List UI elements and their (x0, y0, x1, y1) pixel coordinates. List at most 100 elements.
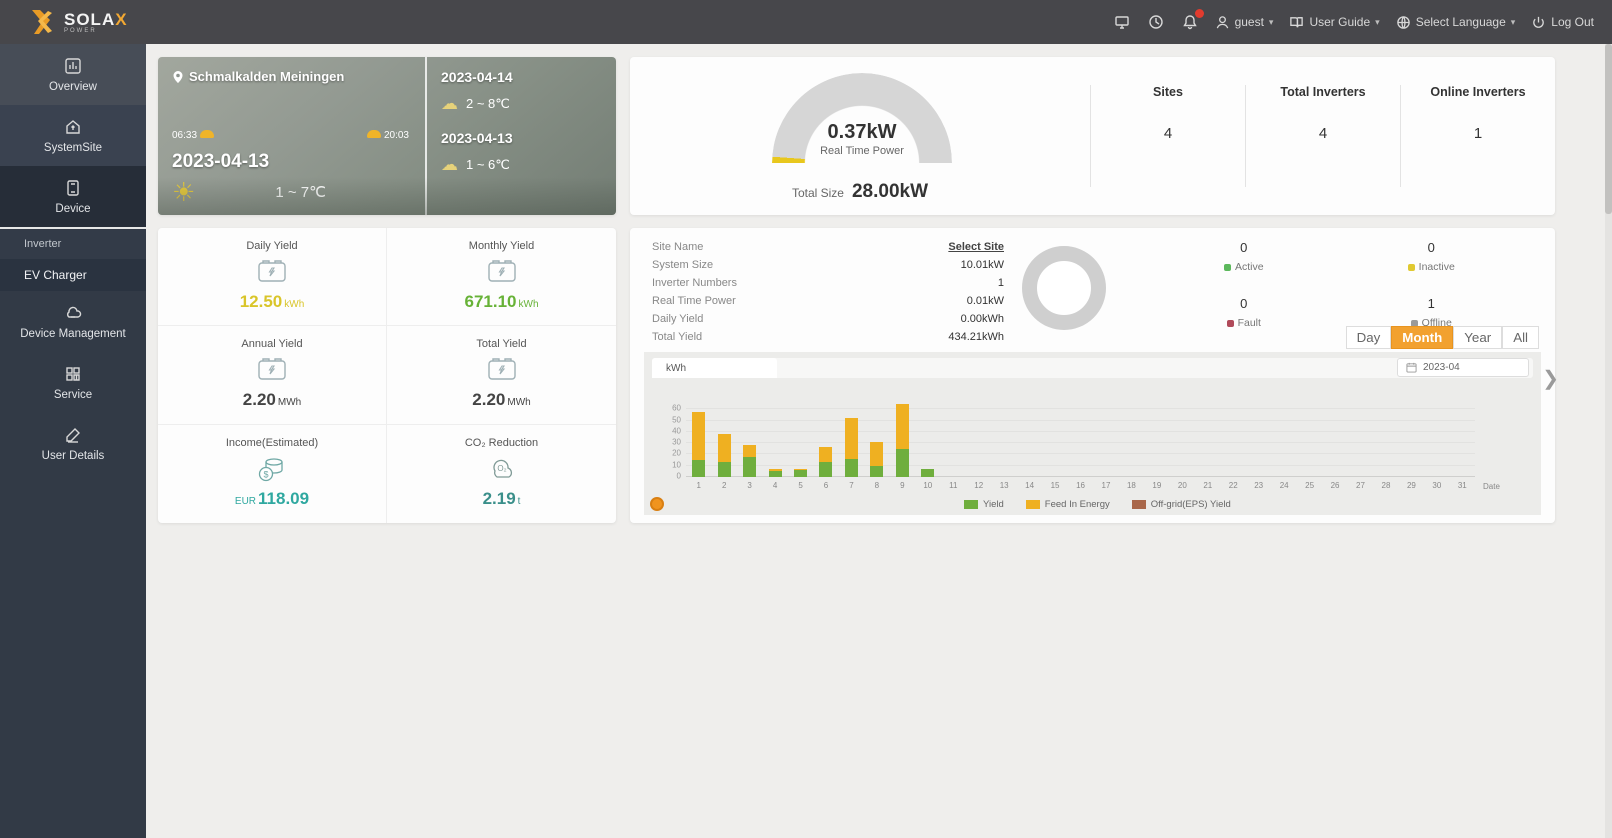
stacked-bar[interactable] (1150, 398, 1163, 477)
x-tick-label: 28 (1381, 481, 1391, 490)
sidebar-item-inverter[interactable]: Inverter (0, 229, 146, 259)
bar-slot: 14 (1017, 398, 1042, 490)
income-icon: $ (158, 455, 386, 485)
stacked-bar[interactable] (1074, 398, 1087, 477)
x-tick-label: 31 (1457, 481, 1467, 490)
logout-button[interactable]: Log Out (1531, 15, 1594, 30)
sidebar-item-systemsite[interactable]: SystemSite (0, 105, 146, 166)
range-toggle-day[interactable]: Day (1345, 326, 1392, 349)
bar-slot: 21 (1195, 398, 1220, 490)
sidebar-item-overview[interactable]: Overview (0, 44, 146, 105)
bar-segment-yield (743, 456, 757, 477)
sunrise-icon (199, 130, 214, 138)
bar-slot: 2 (711, 398, 736, 490)
total-size: Total Size 28.00kW (791, 181, 929, 202)
history-icon[interactable] (1147, 13, 1165, 31)
select-site-link[interactable]: Select Site (948, 241, 1004, 253)
stacked-bar[interactable] (768, 398, 782, 477)
stacked-bar[interactable] (1329, 398, 1342, 477)
language-menu[interactable]: Select Language ▾ (1396, 15, 1515, 30)
x-tick-label: 17 (1101, 481, 1111, 490)
yield-chart-area: kWh 2023-04 Date 0 10 20 30 40 50 60 1 2 3 4 5 6 7 8 9 1… (644, 352, 1541, 515)
stacked-bar[interactable] (1430, 398, 1443, 477)
bar-slot: 30 (1424, 398, 1449, 490)
stacked-bar[interactable] (921, 398, 935, 477)
stacked-bar[interactable] (844, 398, 858, 477)
date-picker[interactable]: 2023-04 (1397, 358, 1529, 377)
y-tick-label: 20 (672, 448, 681, 458)
stacked-bar[interactable] (794, 398, 808, 477)
user-guide-menu[interactable]: User Guide ▾ (1289, 15, 1380, 30)
status-label: Fault (1226, 317, 1261, 329)
stacked-bar[interactable] (1125, 398, 1138, 477)
x-tick-label: 10 (923, 481, 933, 490)
stacked-bar[interactable] (895, 398, 909, 477)
bar-slot: 23 (1246, 398, 1271, 490)
stacked-bar[interactable] (972, 398, 985, 477)
sidebar-item-user-details[interactable]: User Details (0, 413, 146, 474)
sidebar-item-service[interactable]: Service (0, 352, 146, 413)
stacked-bar[interactable] (1049, 398, 1062, 477)
stacked-bar[interactable] (998, 398, 1011, 477)
stacked-bar[interactable] (1354, 398, 1367, 477)
user-menu[interactable]: guest ▾ (1215, 15, 1273, 30)
stacked-bar[interactable] (1176, 398, 1189, 477)
site-info-row: Total Yield 434.21kWh (652, 328, 1004, 346)
site-info-row: Inverter Numbers 1 (652, 274, 1004, 292)
stat-label: Monthly Yield (468, 240, 535, 252)
stacked-bar[interactable] (819, 398, 833, 477)
service-icon (66, 367, 80, 381)
stacked-bar[interactable] (717, 398, 731, 477)
bar-slot: 11 (941, 398, 966, 490)
chart-marker-icon[interactable] (650, 497, 664, 511)
page-scrollbar[interactable] (1605, 44, 1612, 838)
range-toggle-all[interactable]: All (1502, 326, 1539, 349)
scrollbar-thumb[interactable] (1605, 44, 1612, 214)
bar-slot: 9 (890, 398, 915, 490)
stacked-bar[interactable] (743, 398, 757, 477)
svg-text:O₂: O₂ (497, 464, 506, 473)
yield-icon (158, 258, 386, 288)
x-tick-label: 8 (874, 481, 880, 490)
bar-slot: 27 (1348, 398, 1373, 490)
status-count: 1 (1427, 296, 1435, 311)
stacked-bar[interactable] (1252, 398, 1265, 477)
stat-value: 2.20 MWh (242, 390, 302, 410)
monitor-icon[interactable] (1113, 13, 1131, 31)
x-tick-label: 4 (772, 481, 778, 490)
tab-kwh[interactable]: kWh (652, 358, 777, 378)
legend-swatch-icon (1131, 500, 1146, 509)
site-info-row: Daily Yield 0.00kWh (652, 310, 1004, 328)
site-info-row: Real Time Power 0.01kW (652, 292, 1004, 310)
stacked-bar[interactable] (1023, 398, 1036, 477)
bar-segment-yield (921, 469, 935, 477)
notification-bell-icon[interactable] (1181, 9, 1204, 31)
bar-slot: 12 (966, 398, 991, 490)
stacked-bar[interactable] (870, 398, 884, 477)
next-site-arrow[interactable]: ❯ (1542, 366, 1559, 391)
stacked-bar[interactable] (692, 398, 706, 477)
summary-column-value: 4 (1163, 125, 1173, 142)
weather-today-panel: Schmalkalden Meiningen 06:33 20:03 2023-… (158, 57, 423, 215)
bar-slot: 8 (864, 398, 889, 490)
range-toggle-year[interactable]: Year (1453, 326, 1503, 349)
stacked-bar[interactable] (1227, 398, 1240, 477)
sidebar-item-device[interactable]: Device (0, 166, 146, 227)
bar-slot: 31 (1450, 398, 1475, 490)
sidebar-item-ev-charger[interactable]: EV Charger (0, 259, 146, 291)
sidebar-item-device-management[interactable]: Device Management (0, 291, 146, 352)
power-icon (1533, 16, 1545, 28)
stacked-bar[interactable] (1405, 398, 1418, 477)
x-tick-label: 5 (798, 481, 803, 490)
user-name: guest (1234, 15, 1264, 29)
forecast-temp: 2 ~ 8℃ (466, 95, 510, 111)
stacked-bar[interactable] (947, 398, 960, 477)
stacked-bar[interactable] (1278, 398, 1291, 477)
stacked-bar[interactable] (1379, 398, 1392, 477)
stat-label: Annual Yield (241, 338, 303, 351)
stacked-bar[interactable] (1303, 398, 1316, 477)
stacked-bar[interactable] (1099, 398, 1112, 477)
stacked-bar[interactable] (1456, 398, 1469, 477)
stacked-bar[interactable] (1201, 398, 1214, 477)
range-toggle-month[interactable]: Month (1391, 326, 1454, 349)
